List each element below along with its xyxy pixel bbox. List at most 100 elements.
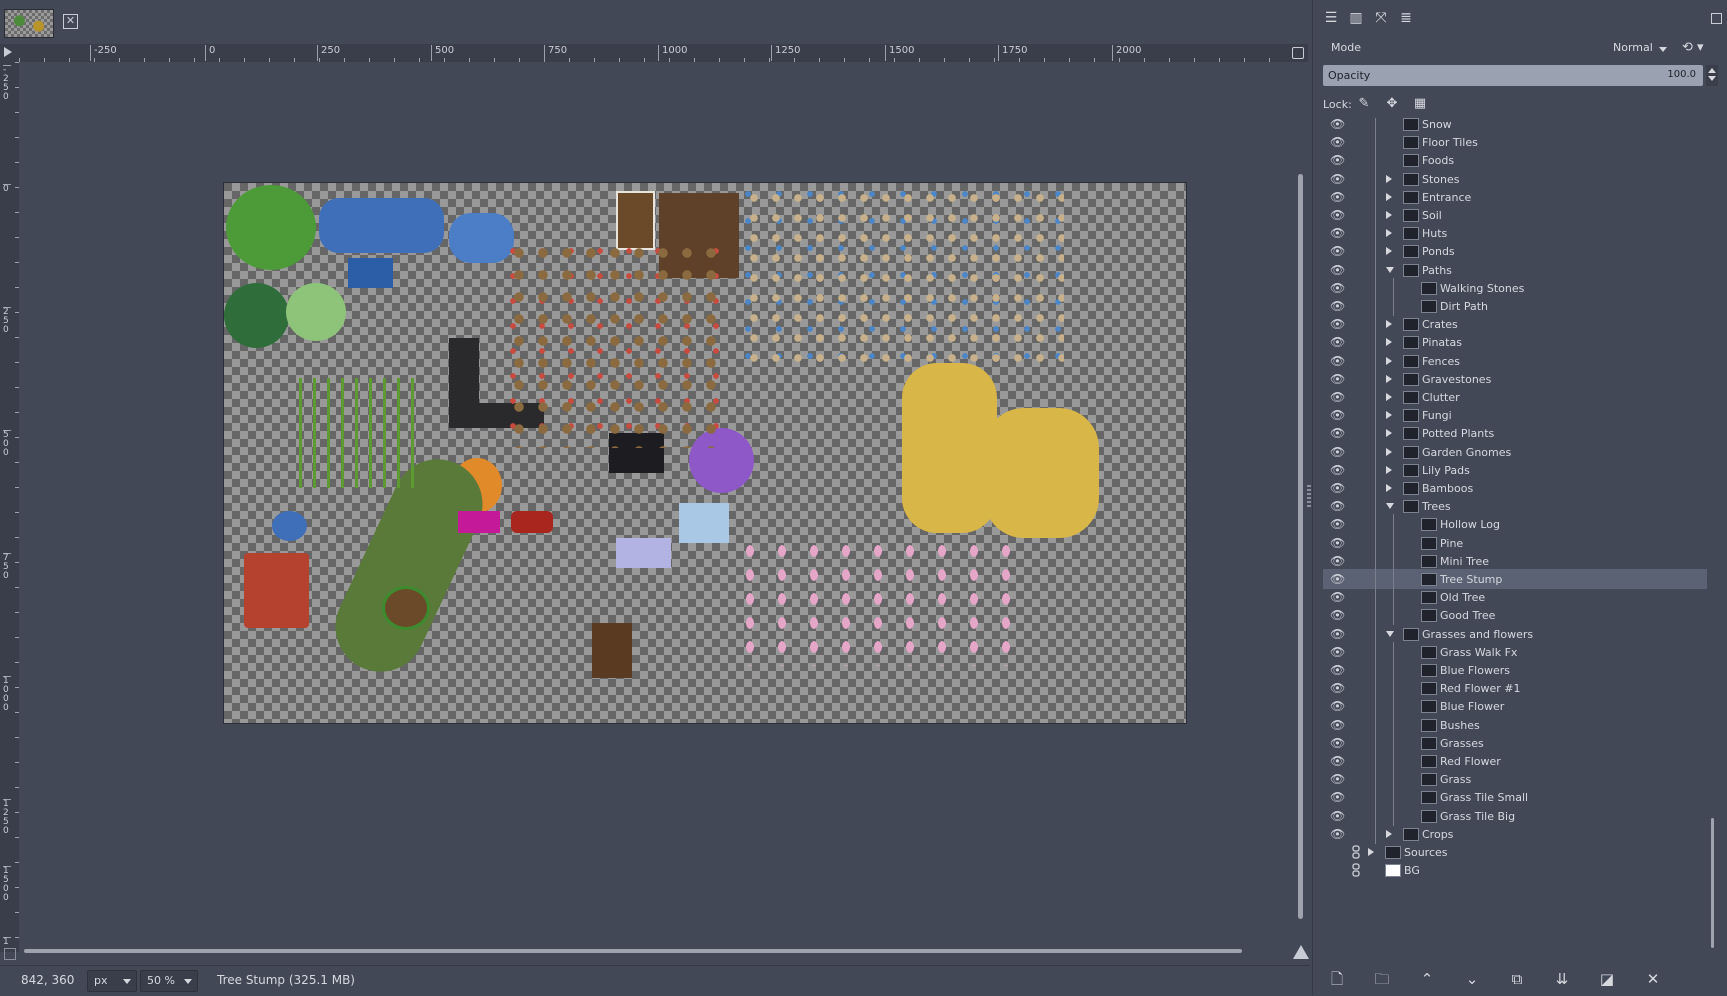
canvas-horizontal-scrollbar[interactable] xyxy=(19,944,1296,958)
layer-row[interactable]: 👁 Pine xyxy=(1323,533,1707,553)
link-icon[interactable] xyxy=(1351,845,1365,859)
chevron-down-icon[interactable] xyxy=(1708,76,1716,81)
chevron-right-icon[interactable] xyxy=(1386,193,1392,201)
eye-icon[interactable]: 👁 xyxy=(1330,408,1346,422)
lock-pixels-icon[interactable]: ✎ xyxy=(1355,95,1373,113)
dock-menu-icon[interactable] xyxy=(1711,13,1722,24)
layer-row[interactable]: 👁 Dirt Path xyxy=(1323,296,1707,316)
layer-row[interactable]: 👁 Bushes xyxy=(1323,715,1707,735)
layer-row[interactable]: 👁 Soil xyxy=(1323,205,1707,225)
eye-icon[interactable]: 👁 xyxy=(1330,263,1346,277)
chevron-right-icon[interactable] xyxy=(1386,411,1392,419)
layer-row[interactable]: 👁 Good Tree xyxy=(1323,605,1707,625)
eye-icon[interactable]: 👁 xyxy=(1330,118,1346,131)
eye-icon[interactable]: 👁 xyxy=(1330,627,1346,641)
chevron-down-icon[interactable] xyxy=(1386,631,1394,637)
paths-tab-icon[interactable]: ⤧ xyxy=(1371,8,1391,28)
eye-icon[interactable]: 👁 xyxy=(1330,354,1346,368)
layer-row[interactable]: 👁 Potted Plants xyxy=(1323,423,1707,443)
layer-row[interactable]: 👁 Lily Pads xyxy=(1323,460,1707,480)
layer-row[interactable]: 👁 Bamboos xyxy=(1323,478,1707,498)
layer-row[interactable]: 👁 Pinatas xyxy=(1323,332,1707,352)
eye-icon[interactable]: 👁 xyxy=(1330,190,1346,204)
layer-row[interactable]: 👁 Ponds xyxy=(1323,241,1707,261)
eye-icon[interactable]: 👁 xyxy=(1330,809,1346,823)
chevron-down-icon[interactable] xyxy=(1386,503,1394,509)
layer-row[interactable]: 👁 Crates xyxy=(1323,314,1707,334)
layer-row[interactable]: 👁 Fences xyxy=(1323,351,1707,371)
eye-icon[interactable]: 👁 xyxy=(1330,153,1346,167)
chevron-right-icon[interactable] xyxy=(1386,229,1392,237)
eye-icon[interactable]: 👁 xyxy=(1330,299,1346,313)
chevron-down-icon[interactable] xyxy=(1386,267,1394,273)
eye-icon[interactable]: 👁 xyxy=(1330,172,1346,186)
layer-row[interactable]: 👁 Old Tree xyxy=(1323,587,1707,607)
layer-row[interactable]: 👁 Garden Gnomes xyxy=(1323,442,1707,462)
layer-row[interactable]: 👁 Clutter xyxy=(1323,387,1707,407)
eye-icon[interactable]: 👁 xyxy=(1330,372,1346,386)
layer-row[interactable]: 👁 Stones xyxy=(1323,169,1707,189)
undo-history-tab-icon[interactable]: ≣ xyxy=(1396,8,1416,28)
eye-icon[interactable]: 👁 xyxy=(1330,517,1346,531)
layer-row[interactable]: 👁 Grass xyxy=(1323,769,1707,789)
layer-row[interactable]: 👁 Foods xyxy=(1323,150,1707,170)
layer-row[interactable]: 👁 Floor Tiles xyxy=(1323,132,1707,152)
layer-mask-icon[interactable]: ◪ xyxy=(1597,970,1617,988)
eye-icon[interactable]: 👁 xyxy=(1330,681,1346,695)
channels-tab-icon[interactable]: ▥ xyxy=(1346,8,1366,28)
lock-position-icon[interactable]: ✥ xyxy=(1383,95,1401,113)
layer-row[interactable]: 👁 Blue Flowers xyxy=(1323,660,1707,680)
chevron-up-icon[interactable] xyxy=(1708,68,1716,73)
layer-row[interactable]: 👁 Grasses and flowers xyxy=(1323,624,1707,644)
layer-row[interactable]: Sources xyxy=(1323,842,1707,862)
navigate-image-button[interactable] xyxy=(1288,44,1308,62)
layer-row[interactable]: 👁 Tree Stump xyxy=(1323,569,1707,589)
eye-icon[interactable]: 👁 xyxy=(1330,499,1346,513)
scrollbar-thumb[interactable] xyxy=(24,949,1242,953)
layer-row[interactable]: 👁 Grass Walk Fx xyxy=(1323,642,1707,662)
eye-icon[interactable]: 👁 xyxy=(1330,718,1346,732)
eye-icon[interactable]: 👁 xyxy=(1330,445,1346,459)
ruler-corner-menu-button[interactable] xyxy=(0,44,19,62)
chevron-right-icon[interactable] xyxy=(1386,466,1392,474)
layer-row[interactable]: 👁 Crops xyxy=(1323,824,1707,844)
layer-tree[interactable]: 👁 Snow 👁 Floor Tiles 👁 Foods 👁 Stones 👁 Entrance 👁… xyxy=(1323,118,1719,963)
image-tab-thumbnail[interactable] xyxy=(4,9,54,38)
eye-icon[interactable]: 👁 xyxy=(1330,736,1346,750)
close-icon[interactable]: ✕ xyxy=(63,14,78,29)
layer-row[interactable]: 👁 Blue Flower xyxy=(1323,696,1707,716)
eye-icon[interactable]: 👁 xyxy=(1330,827,1346,841)
zoom-selector[interactable]: 50 % xyxy=(140,970,198,992)
chevron-right-icon[interactable] xyxy=(1386,429,1392,437)
layer-row[interactable]: 👁 Grass Tile Small xyxy=(1323,787,1707,807)
eye-icon[interactable]: 👁 xyxy=(1330,226,1346,240)
layer-row[interactable]: 👁 Entrance xyxy=(1323,187,1707,207)
horizontal-ruler[interactable]: -250 0 250 500 750 1000 1250 1500 1750 2… xyxy=(19,44,1296,63)
layer-row[interactable]: 👁 Gravestones xyxy=(1323,369,1707,389)
duplicate-layer-icon[interactable]: ⧉ xyxy=(1507,970,1527,988)
vertical-ruler[interactable]: -250 0 250 500 750 1000 1250 1500 1 xyxy=(0,62,20,952)
image-canvas[interactable] xyxy=(224,183,1186,723)
layer-row[interactable]: 👁 Trees xyxy=(1323,496,1707,516)
eye-icon[interactable]: 👁 xyxy=(1330,536,1346,550)
eye-icon[interactable]: 👁 xyxy=(1330,390,1346,404)
new-layer-group-icon[interactable]: 🗀 xyxy=(1372,970,1392,988)
layer-row[interactable]: 👁 Red Flower #1 xyxy=(1323,678,1707,698)
lock-alpha-icon[interactable]: ▦ xyxy=(1411,95,1429,113)
eye-icon[interactable]: 👁 xyxy=(1330,608,1346,622)
delete-layer-icon[interactable]: ✕ xyxy=(1643,970,1663,988)
opacity-slider[interactable]: Opacity 100.0 xyxy=(1323,65,1703,86)
layer-list-scrollbar[interactable] xyxy=(1709,118,1717,963)
eye-icon[interactable]: 👁 xyxy=(1330,699,1346,713)
canvas-viewport[interactable] xyxy=(19,62,1296,952)
chevron-right-icon[interactable] xyxy=(1386,247,1392,255)
raise-layer-icon[interactable]: ⌃ xyxy=(1417,970,1437,988)
eye-icon[interactable]: 👁 xyxy=(1330,281,1346,295)
link-icon[interactable] xyxy=(1351,863,1365,877)
layer-row[interactable]: 👁 Red Flower xyxy=(1323,751,1707,771)
eye-icon[interactable]: 👁 xyxy=(1330,554,1346,568)
chevron-down-icon[interactable] xyxy=(1659,47,1667,52)
eye-icon[interactable]: 👁 xyxy=(1330,317,1346,331)
chevron-right-icon[interactable] xyxy=(1386,448,1392,456)
eye-icon[interactable]: 👁 xyxy=(1330,572,1346,586)
